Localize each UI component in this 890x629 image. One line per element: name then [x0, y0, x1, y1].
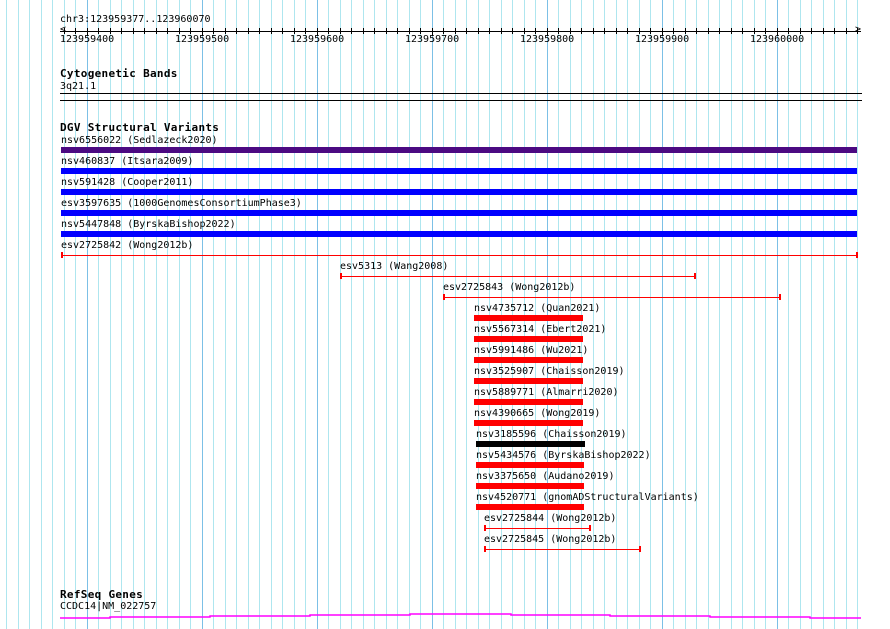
gene-model[interactable]: [0, 0, 890, 629]
genome-browser-view: chr3:123959377..123960070 <>123959400123…: [0, 0, 890, 629]
gene-line[interactable]: [60, 613, 861, 619]
